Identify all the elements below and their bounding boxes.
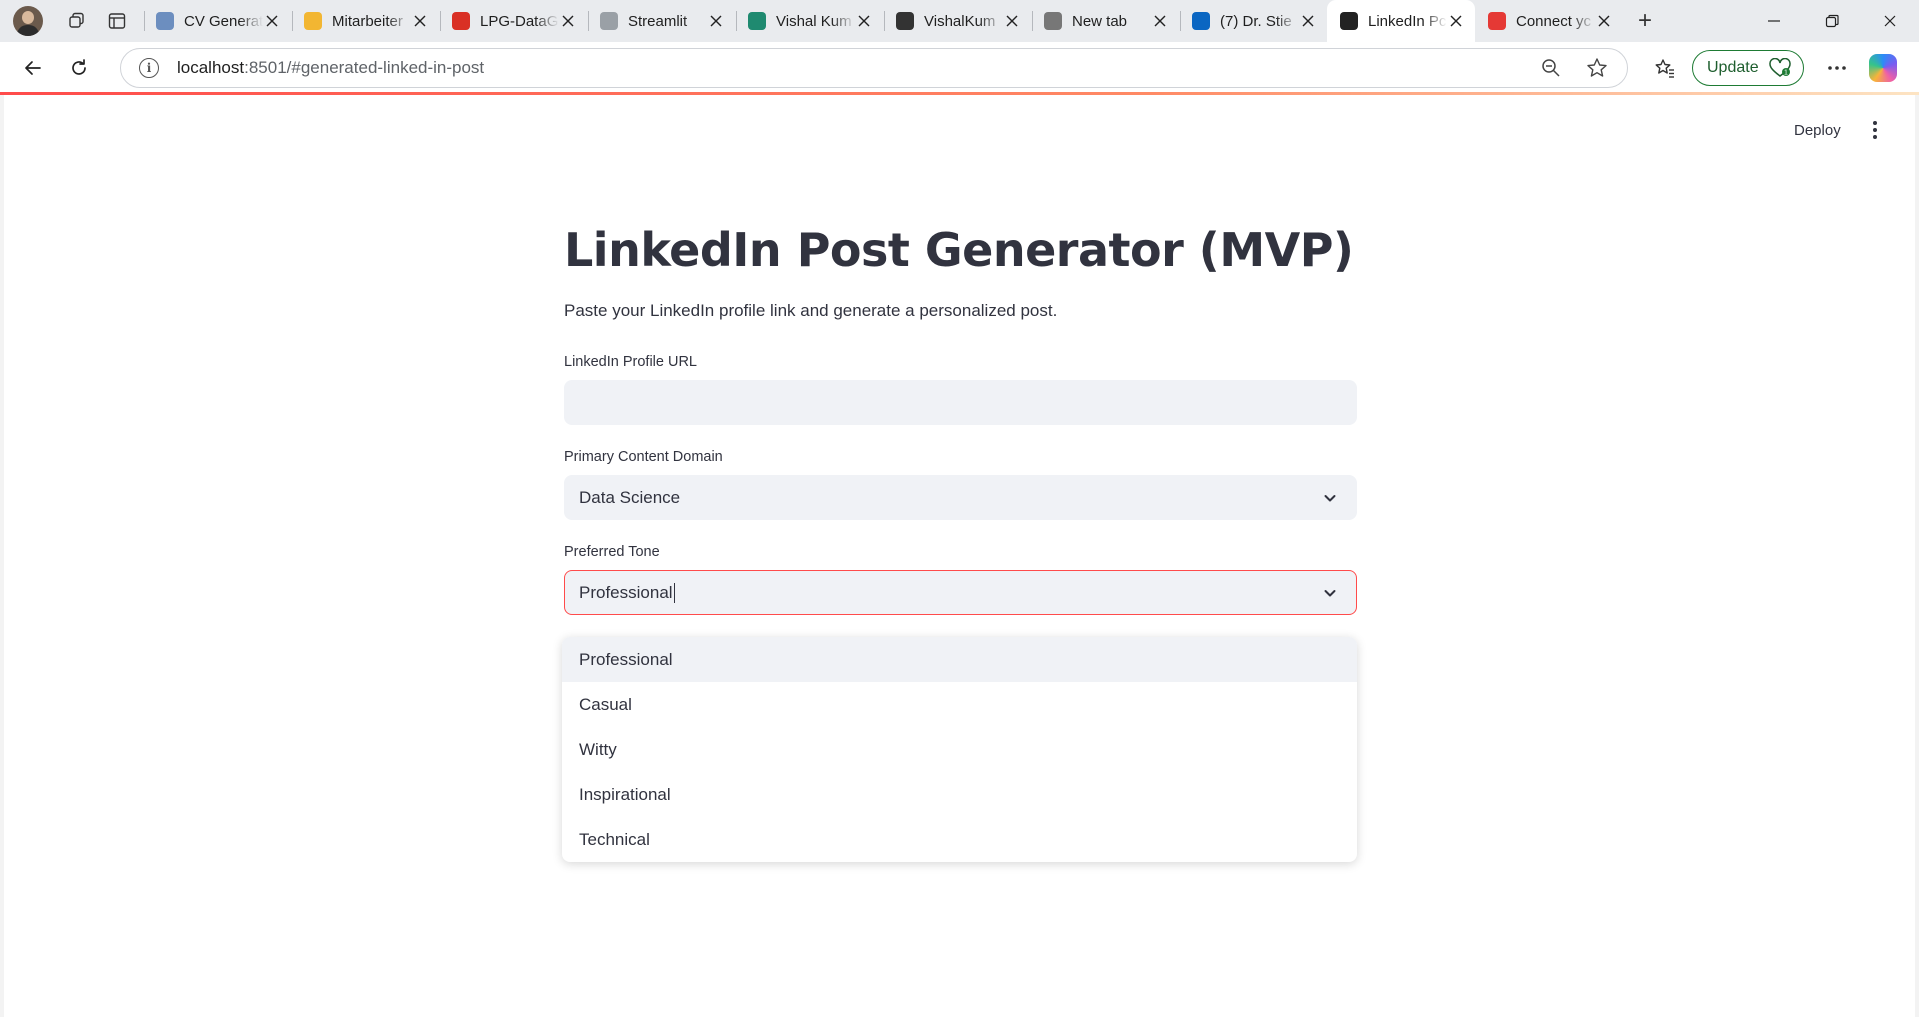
tab-title: VishalKum [924, 12, 996, 30]
streamlit-page: Deploy LinkedIn Post Generator (MVP) Pas… [4, 95, 1915, 1017]
browser-toolbar: i localhost:8501/#generated-linked-in-po… [0, 42, 1919, 94]
url-text[interactable]: localhost:8501/#generated-linked-in-post [177, 58, 484, 78]
update-label: Update [1707, 59, 1759, 76]
url-field-label: LinkedIn Profile URL [564, 354, 697, 370]
site-info-icon[interactable]: i [139, 58, 159, 78]
github-icon [896, 12, 914, 30]
streamlit-crown-icon [1340, 12, 1358, 30]
favorites-icon[interactable] [1646, 49, 1684, 87]
tone-option[interactable]: Professional [562, 637, 1357, 682]
tone-option[interactable]: Technical [562, 817, 1357, 862]
mcdonalds-icon [304, 12, 322, 30]
tab-title: Connect yc [1516, 12, 1592, 30]
main-content: LinkedIn Post Generator (MVP) Paste your… [562, 223, 1357, 862]
profile-avatar[interactable] [13, 6, 43, 36]
reload-button[interactable] [58, 48, 100, 88]
url-field-group: LinkedIn Profile URL [564, 354, 1357, 425]
tab-close-icon[interactable] [707, 12, 725, 30]
tab-title: Vishal Kum [776, 12, 852, 30]
restore-button[interactable] [1803, 0, 1861, 42]
linkedin-url-input[interactable] [564, 380, 1357, 425]
newtab-icon [1044, 12, 1062, 30]
more-options-icon[interactable] [1818, 49, 1856, 87]
browser-tab[interactable]: Mitarbeiter [291, 0, 439, 42]
tab-close-icon[interactable] [1595, 12, 1613, 30]
browser-tab[interactable]: VishalKum [883, 0, 1031, 42]
tab-close-icon[interactable] [411, 12, 429, 30]
favorite-star-icon[interactable] [1585, 56, 1609, 80]
browser-tab[interactable]: (7) Dr. Stie [1179, 0, 1327, 42]
vertical-tabs-icon[interactable] [97, 0, 137, 42]
browser-tab[interactable]: CV Generat [143, 0, 291, 42]
tab-close-icon[interactable] [1151, 12, 1169, 30]
browser-tab[interactable]: Streamlit [587, 0, 735, 42]
chevron-down-icon [1324, 590, 1336, 597]
tab-close-icon[interactable] [1447, 12, 1465, 30]
workspaces-icon[interactable] [57, 0, 97, 42]
tone-field-label: Preferred Tone [564, 544, 660, 560]
tab-close-icon[interactable] [855, 12, 873, 30]
close-window-button[interactable] [1861, 0, 1919, 42]
browser-tab[interactable]: Connect yc [1475, 0, 1623, 42]
page-title: LinkedIn Post Generator (MVP) [564, 223, 1354, 277]
tab-close-icon[interactable] [263, 12, 281, 30]
back-button[interactable] [12, 48, 54, 88]
zoom-out-icon[interactable] [1539, 56, 1563, 80]
tab-close-icon[interactable] [1299, 12, 1317, 30]
chevron-down-icon [1324, 495, 1336, 502]
browser-tab[interactable]: New tab [1031, 0, 1179, 42]
address-bar[interactable]: i localhost:8501/#generated-linked-in-po… [120, 48, 1628, 88]
domain-field-label: Primary Content Domain [564, 449, 723, 465]
browser-tab-strip: CV Generat Mitarbeiter LPG-DataG Streamlit V… [0, 0, 1919, 42]
browser-tab[interactable]: LPG-DataG [439, 0, 587, 42]
svg-text:1: 1 [1784, 70, 1788, 77]
tab-title: CV Generat [184, 12, 263, 30]
tone-option[interactable]: Inspirational [562, 772, 1357, 817]
new-tab-button[interactable]: + [1623, 0, 1667, 42]
tab-title: Mitarbeiter [332, 12, 403, 30]
main-menu-icon[interactable] [1865, 119, 1885, 141]
tone-field-group: Preferred Tone Professional Professional… [562, 544, 1357, 862]
domain-selected-value: Data Science [579, 487, 681, 507]
tone-option[interactable]: Witty [562, 727, 1357, 772]
page-subtitle: Paste your LinkedIn profile link and gen… [564, 301, 1058, 320]
browser-tab[interactable]: LinkedIn Pc [1327, 0, 1475, 42]
domain-field-group: Primary Content Domain Data Science [564, 449, 1357, 520]
tab-title: LPG-DataG [480, 12, 559, 30]
update-button[interactable]: Update 1 [1692, 50, 1804, 86]
tone-select[interactable]: Professional [564, 570, 1357, 615]
content-domain-select[interactable]: Data Science [564, 475, 1357, 520]
deploy-button[interactable]: Deploy [1794, 122, 1841, 139]
streamlit-red-crown-icon [1488, 12, 1506, 30]
pdf-icon [452, 12, 470, 30]
streamlit-icon [600, 12, 618, 30]
tone-option[interactable]: Casual [562, 682, 1357, 727]
tab-close-icon[interactable] [1003, 12, 1021, 30]
tone-selected-value[interactable]: Professional [579, 583, 673, 603]
streamlit-blue-icon [156, 12, 174, 30]
tab-title: LinkedIn Pc [1368, 12, 1447, 30]
xing-icon [748, 12, 766, 30]
minimize-button[interactable] [1745, 0, 1803, 42]
copilot-icon[interactable] [1864, 49, 1902, 87]
tab-close-icon[interactable] [559, 12, 577, 30]
tab-title: Streamlit [628, 12, 688, 30]
tab-title: New tab [1072, 12, 1128, 30]
health-heart-icon: 1 [1768, 58, 1791, 77]
tab-title: (7) Dr. Stie [1220, 12, 1292, 30]
browser-tab[interactable]: Vishal Kum [735, 0, 883, 42]
linkedin-icon [1192, 12, 1210, 30]
text-caret [673, 582, 675, 603]
tone-dropdown-menu: Professional Casual Witty Inspirational Tech… [562, 637, 1357, 862]
